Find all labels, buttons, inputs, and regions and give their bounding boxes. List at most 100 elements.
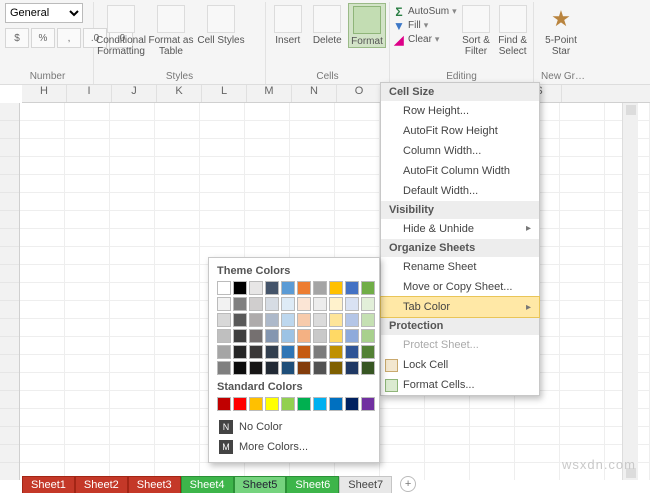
menu-protect-sheet[interactable]: Protect Sheet... bbox=[381, 335, 539, 355]
color-swatch[interactable] bbox=[313, 281, 327, 295]
column-header[interactable]: M bbox=[247, 85, 292, 102]
color-swatch[interactable] bbox=[265, 397, 279, 411]
color-swatch[interactable] bbox=[265, 329, 279, 343]
color-swatch[interactable] bbox=[345, 361, 359, 375]
color-swatch[interactable] bbox=[329, 329, 343, 343]
menu-default-width[interactable]: Default Width... bbox=[381, 181, 539, 201]
conditional-formatting-button[interactable]: Conditional Formatting bbox=[97, 3, 145, 57]
format-as-table-button[interactable]: Format as Table bbox=[147, 3, 195, 57]
color-swatch[interactable] bbox=[361, 397, 375, 411]
sort-filter-button[interactable]: Sort & Filter bbox=[459, 3, 494, 57]
color-swatch[interactable] bbox=[265, 345, 279, 359]
color-swatch[interactable] bbox=[249, 297, 263, 311]
color-swatch[interactable] bbox=[281, 361, 295, 375]
five-point-star-button[interactable]: ★5-Point Star bbox=[537, 3, 585, 57]
color-swatch[interactable] bbox=[281, 313, 295, 327]
color-swatch[interactable] bbox=[313, 297, 327, 311]
sheet-tab[interactable]: Sheet6 bbox=[286, 476, 339, 493]
color-swatch[interactable] bbox=[313, 397, 327, 411]
sheet-tab[interactable]: Sheet5 bbox=[234, 476, 287, 493]
menu-format-cells[interactable]: Format Cells... bbox=[381, 375, 539, 395]
column-header[interactable]: H bbox=[22, 85, 67, 102]
comma-icon[interactable]: , bbox=[57, 28, 81, 48]
color-swatch[interactable] bbox=[249, 281, 263, 295]
color-swatch[interactable] bbox=[233, 345, 247, 359]
color-swatch[interactable] bbox=[313, 329, 327, 343]
menu-column-width[interactable]: Column Width... bbox=[381, 141, 539, 161]
color-swatch[interactable] bbox=[249, 313, 263, 327]
color-swatch[interactable] bbox=[313, 313, 327, 327]
new-sheet-button[interactable]: + bbox=[400, 476, 416, 492]
color-swatch[interactable] bbox=[313, 361, 327, 375]
column-header[interactable]: L bbox=[202, 85, 247, 102]
color-swatch[interactable] bbox=[217, 397, 231, 411]
color-swatch[interactable] bbox=[345, 297, 359, 311]
column-header[interactable]: K bbox=[157, 85, 202, 102]
color-swatch[interactable] bbox=[233, 397, 247, 411]
color-swatch[interactable] bbox=[361, 313, 375, 327]
sheet-tab[interactable]: Sheet3 bbox=[128, 476, 181, 493]
column-header[interactable]: J bbox=[112, 85, 157, 102]
color-swatch[interactable] bbox=[281, 281, 295, 295]
color-swatch[interactable] bbox=[233, 297, 247, 311]
vertical-scrollbar[interactable] bbox=[622, 103, 638, 480]
format-button[interactable]: Format bbox=[348, 3, 386, 48]
menu-autofit-column-width[interactable]: AutoFit Column Width bbox=[381, 161, 539, 181]
color-swatch[interactable] bbox=[329, 361, 343, 375]
color-swatch[interactable] bbox=[313, 345, 327, 359]
currency-icon[interactable]: $ bbox=[5, 28, 29, 48]
palette-no-color[interactable]: NNo Color bbox=[217, 417, 371, 437]
color-swatch[interactable] bbox=[233, 281, 247, 295]
color-swatch[interactable] bbox=[217, 361, 231, 375]
color-swatch[interactable] bbox=[297, 281, 311, 295]
color-swatch[interactable] bbox=[345, 345, 359, 359]
column-header[interactable]: O bbox=[337, 85, 382, 102]
palette-more-colors[interactable]: MMore Colors... bbox=[217, 437, 371, 457]
color-swatch[interactable] bbox=[281, 297, 295, 311]
fill-button[interactable]: ▼Fill▾ bbox=[393, 19, 457, 31]
color-swatch[interactable] bbox=[265, 281, 279, 295]
menu-tab-color[interactable]: Tab Color▸ bbox=[380, 296, 540, 318]
color-swatch[interactable] bbox=[345, 281, 359, 295]
clear-button[interactable]: ◢Clear▾ bbox=[393, 33, 457, 45]
color-swatch[interactable] bbox=[361, 361, 375, 375]
find-select-button[interactable]: Find & Select bbox=[495, 3, 530, 57]
color-swatch[interactable] bbox=[249, 345, 263, 359]
color-swatch[interactable] bbox=[297, 313, 311, 327]
autosum-button[interactable]: ΣAutoSum▾ bbox=[393, 5, 457, 17]
color-swatch[interactable] bbox=[217, 329, 231, 343]
column-header[interactable]: I bbox=[67, 85, 112, 102]
color-swatch[interactable] bbox=[281, 345, 295, 359]
sheet-tab[interactable]: Sheet1 bbox=[22, 476, 75, 493]
menu-rename-sheet[interactable]: Rename Sheet bbox=[381, 257, 539, 277]
color-swatch[interactable] bbox=[297, 361, 311, 375]
color-swatch[interactable] bbox=[361, 297, 375, 311]
color-swatch[interactable] bbox=[329, 397, 343, 411]
color-swatch[interactable] bbox=[249, 397, 263, 411]
color-swatch[interactable] bbox=[281, 329, 295, 343]
sheet-tab[interactable]: Sheet7 bbox=[339, 476, 392, 493]
number-format-combo[interactable]: General bbox=[5, 3, 83, 23]
color-swatch[interactable] bbox=[297, 297, 311, 311]
column-header[interactable]: N bbox=[292, 85, 337, 102]
insert-button[interactable]: Insert bbox=[269, 3, 307, 46]
color-swatch[interactable] bbox=[329, 281, 343, 295]
delete-button[interactable]: Delete bbox=[309, 3, 347, 46]
color-swatch[interactable] bbox=[329, 297, 343, 311]
color-swatch[interactable] bbox=[265, 313, 279, 327]
menu-move-copy-sheet[interactable]: Move or Copy Sheet... bbox=[381, 277, 539, 297]
color-swatch[interactable] bbox=[329, 313, 343, 327]
color-swatch[interactable] bbox=[297, 397, 311, 411]
color-swatch[interactable] bbox=[233, 329, 247, 343]
color-swatch[interactable] bbox=[265, 361, 279, 375]
cell-styles-button[interactable]: Cell Styles bbox=[197, 3, 245, 46]
color-swatch[interactable] bbox=[217, 297, 231, 311]
menu-hide-unhide[interactable]: Hide & Unhide▸ bbox=[381, 219, 539, 239]
color-swatch[interactable] bbox=[217, 313, 231, 327]
percent-icon[interactable]: % bbox=[31, 28, 55, 48]
sheet-tab[interactable]: Sheet4 bbox=[181, 476, 234, 493]
color-swatch[interactable] bbox=[361, 329, 375, 343]
color-swatch[interactable] bbox=[233, 361, 247, 375]
color-swatch[interactable] bbox=[297, 329, 311, 343]
color-swatch[interactable] bbox=[345, 313, 359, 327]
